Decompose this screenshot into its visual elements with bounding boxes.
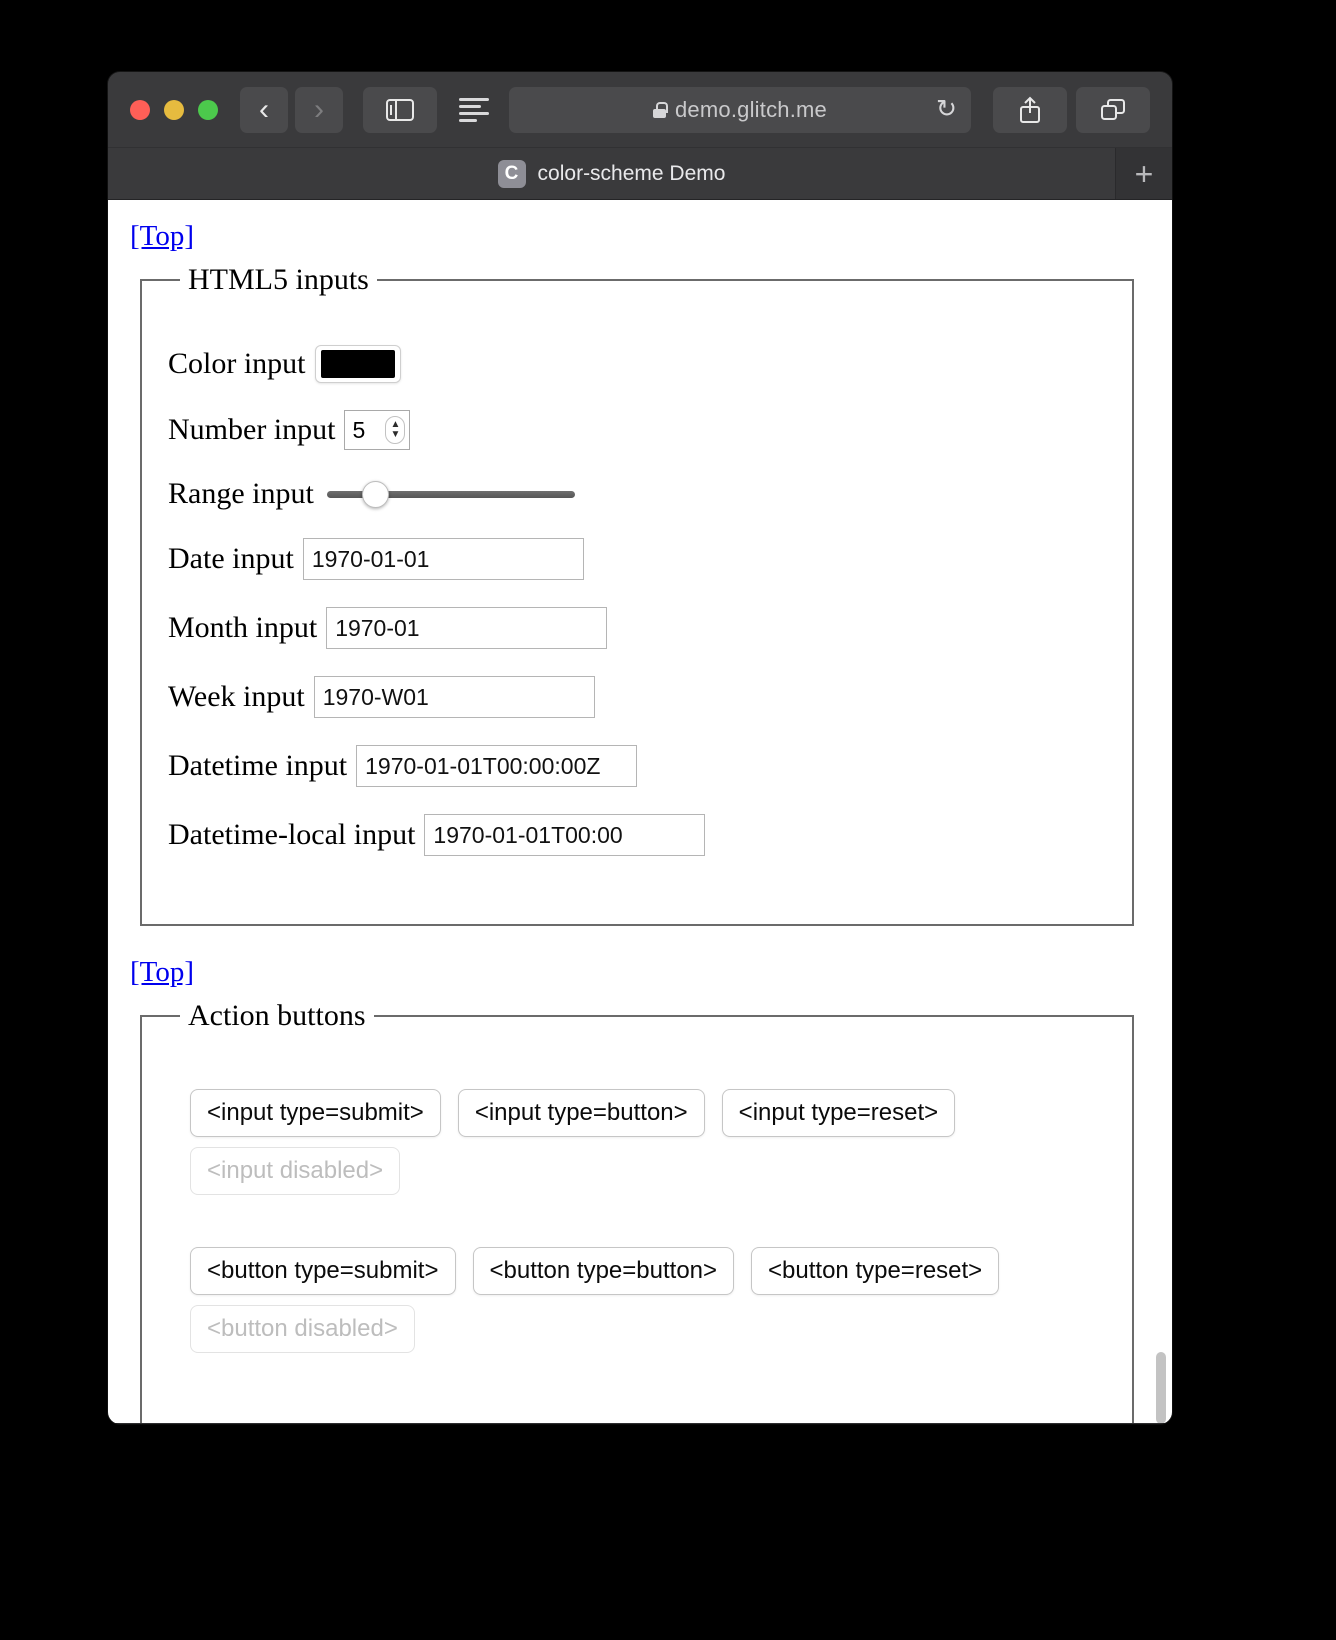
forward-button[interactable]: ›	[295, 86, 343, 133]
share-button[interactable]	[993, 86, 1067, 133]
week-input[interactable]: 1970-W01	[313, 676, 595, 718]
url-center-group: demo.glitch.me	[509, 97, 971, 123]
lock-icon	[653, 101, 668, 118]
page-content: [Top] HTML5 inputs Color input Number in…	[108, 208, 1172, 1423]
label-range-input: Range input	[168, 477, 314, 510]
datetime-input[interactable]: 1970-01-01T00:00:00Z	[356, 745, 638, 787]
share-icon	[1020, 96, 1040, 123]
input-submit-button[interactable]: <input type=submit>	[190, 1089, 441, 1137]
input-disabled-button: <input disabled>	[190, 1147, 401, 1195]
tab-color-scheme-demo[interactable]: C color-scheme Demo	[108, 148, 1116, 199]
datetime-local-input[interactable]: 1970-01-01T00:00	[424, 814, 706, 856]
field-row-range-input: Range input	[168, 477, 1106, 511]
tab-overview-button[interactable]	[1076, 86, 1150, 133]
button-reset-button[interactable]: <button type=reset>	[751, 1247, 1000, 1295]
button-button-button[interactable]: <button type=button>	[472, 1247, 735, 1295]
zoom-window-button[interactable]	[198, 99, 218, 120]
color-input[interactable]	[314, 345, 401, 383]
field-row-month-input: Month input 1970-01	[168, 607, 1106, 649]
window-traffic-lights	[130, 99, 218, 120]
label-date-input: Date input	[168, 542, 294, 575]
label-month-input: Month input	[168, 611, 318, 644]
range-thumb[interactable]	[361, 480, 389, 508]
top-link-2[interactable]: [Top]	[130, 956, 194, 989]
sidebar-toggle-button[interactable]	[363, 86, 437, 133]
button-disabled-button: <button disabled>	[190, 1305, 415, 1353]
field-row-datetime-local-input: Datetime-local input 1970-01-01T00:00	[168, 814, 1106, 856]
date-input[interactable]: 1970-01-01	[302, 538, 584, 580]
color-swatch	[320, 350, 395, 378]
spinner-down-icon[interactable]: ▼	[391, 430, 401, 440]
number-input[interactable]: 5 ▲ ▼	[344, 410, 411, 450]
field-row-number-input: Number input 5 ▲ ▼	[168, 410, 1106, 450]
html5-inputs-legend: HTML5 inputs	[188, 263, 369, 296]
sidebar-icon	[386, 98, 414, 121]
browser-toolbar: ‹ › demo.glitch.me ↻	[108, 72, 1172, 148]
buttons-fieldset-bottom-spacer	[168, 1363, 1106, 1403]
toolbar-right-group	[993, 86, 1150, 133]
range-input[interactable]	[326, 478, 575, 510]
tab-bar: C color-scheme Demo +	[108, 148, 1172, 200]
number-input-value: 5	[352, 416, 366, 443]
datetime-local-input-value: 1970-01-01T00:00	[433, 821, 623, 848]
label-datetime-input: Datetime input	[168, 749, 348, 782]
tab-title: color-scheme Demo	[537, 161, 726, 185]
action-buttons-legend: Action buttons	[188, 999, 366, 1032]
month-input-value: 1970-01	[335, 614, 420, 641]
top-link-1[interactable]: [Top]	[130, 220, 194, 253]
input-button-button[interactable]: <input type=button>	[457, 1089, 705, 1137]
address-area: demo.glitch.me ↻	[459, 86, 971, 133]
chevron-right-icon: ›	[314, 92, 324, 126]
navigation-buttons: ‹ ›	[240, 86, 343, 133]
field-row-color-input: Color input	[168, 345, 1106, 383]
reader-view-icon[interactable]	[459, 95, 493, 125]
spinner-up-icon[interactable]: ▲	[391, 420, 401, 430]
page-viewport: [Top] HTML5 inputs Color input Number in…	[108, 200, 1172, 1423]
input-disabled-row: <input disabled>	[190, 1147, 1106, 1195]
chevron-left-icon: ‹	[259, 92, 269, 126]
close-window-button[interactable]	[130, 99, 150, 120]
datetime-input-value: 1970-01-01T00:00:00Z	[365, 752, 601, 779]
label-number-input: Number input	[168, 413, 336, 446]
input-buttons-row: <input type=submit> <input type=button> …	[190, 1089, 1106, 1137]
month-input[interactable]: 1970-01	[326, 607, 608, 649]
button-submit-button[interactable]: <button type=submit>	[190, 1247, 456, 1295]
fieldset-bottom-spacer	[168, 872, 1106, 898]
page-scrollbar[interactable]	[1154, 200, 1167, 1423]
url-bar[interactable]: demo.glitch.me ↻	[509, 86, 971, 133]
number-spinner[interactable]: ▲ ▼	[385, 416, 406, 444]
date-input-value: 1970-01-01	[311, 545, 430, 572]
favicon: C	[497, 159, 526, 188]
field-row-week-input: Week input 1970-W01	[168, 676, 1106, 718]
label-color-input: Color input	[168, 347, 306, 380]
week-input-value: 1970-W01	[322, 683, 429, 710]
tab-overview-icon	[1101, 98, 1125, 120]
field-row-datetime-input: Datetime input 1970-01-01T00:00:00Z	[168, 745, 1106, 787]
minimize-window-button[interactable]	[164, 99, 184, 120]
field-row-date-input: Date input 1970-01-01	[168, 538, 1106, 580]
new-tab-button[interactable]: +	[1116, 148, 1172, 199]
reload-icon[interactable]: ↻	[936, 97, 957, 122]
button-disabled-row: <button disabled>	[190, 1305, 1106, 1353]
label-datetime-local-input: Datetime-local input	[168, 818, 416, 851]
url-text: demo.glitch.me	[675, 96, 827, 122]
button-elements-row: <button type=submit> <button type=button…	[190, 1247, 1106, 1295]
safari-browser-window: ‹ › demo.glitch.me ↻ C color-scheme Demo…	[108, 72, 1172, 1424]
back-button[interactable]: ‹	[240, 86, 288, 133]
action-buttons-fieldset: Action buttons <input type=submit> <inpu…	[140, 999, 1134, 1423]
scrollbar-thumb[interactable]	[1156, 1352, 1166, 1423]
input-reset-button[interactable]: <input type=reset>	[721, 1089, 956, 1137]
label-week-input: Week input	[168, 680, 305, 713]
desktop-backdrop: ‹ › demo.glitch.me ↻ C color-scheme Demo…	[0, 0, 1336, 1640]
html5-inputs-fieldset: HTML5 inputs Color input Number input 5 …	[140, 263, 1134, 926]
